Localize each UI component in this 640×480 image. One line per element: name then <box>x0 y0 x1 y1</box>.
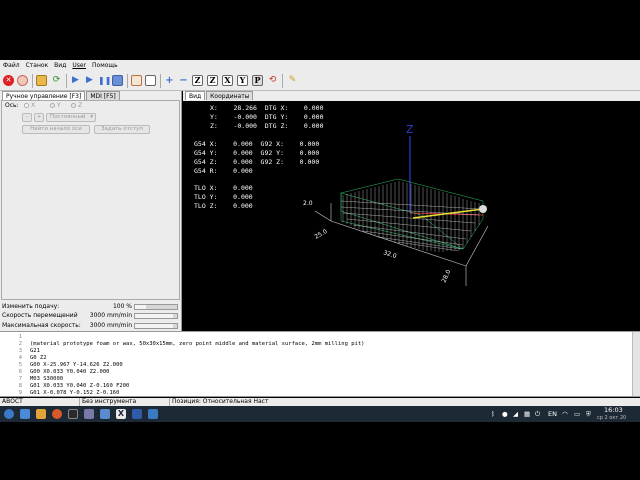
power-tray-icon[interactable]: ⏻ <box>535 406 540 422</box>
gcode-line[interactable]: 2 (material prototype foam or wax, 50x30x… <box>0 341 630 348</box>
gcode-line[interactable]: 7 M03 S30000 <box>0 376 630 383</box>
volume-icon[interactable]: ◢ <box>513 406 518 422</box>
axis-radio-y[interactable]: Y <box>50 102 61 109</box>
dim-label: 28.0 <box>440 269 452 284</box>
axis-radio-z[interactable]: Z <box>71 102 82 109</box>
status-bar: АВОСТ Без инструмента Позиция: Относител… <box>0 398 640 406</box>
toolpath-svg: Z 2.0 25.0 32.0 28.0 <box>303 123 489 286</box>
keyboard-layout[interactable]: EN <box>548 406 557 422</box>
rapid-speed-value: 3000 mm/min <box>89 312 132 319</box>
feed-override-slider[interactable] <box>134 304 178 310</box>
max-velocity-value: 3000 mm/min <box>89 322 132 329</box>
axis-label: Ось: <box>5 102 19 109</box>
clock-date[interactable]: ср 2 окт 20 <box>597 410 626 426</box>
chevron-down-icon: ▾ <box>90 114 93 120</box>
manual-control-panel: Ручное управление [F3] MDI [F5] Ось: X Y… <box>0 91 182 331</box>
gcode-line[interactable]: 8 G01 X0.033 Y0.040 Z-0.160 F200 <box>0 383 630 390</box>
tool-cone <box>479 205 487 213</box>
dim-label: 2.0 <box>303 200 313 207</box>
menu-help[interactable]: Помощь <box>92 62 118 69</box>
battery-icon[interactable]: ▭ <box>574 406 580 422</box>
feed-override-value: 100 % <box>112 303 132 310</box>
gcode-line[interactable]: 3 G21 <box>0 348 630 355</box>
show-desktop-icon[interactable] <box>20 409 30 419</box>
feed-override-label: Изменить подачу: <box>2 303 60 310</box>
step-icon[interactable]: ▶ <box>84 75 95 86</box>
max-velocity-slider[interactable] <box>134 323 178 329</box>
machine-state: АВОСТ <box>0 398 80 406</box>
max-velocity-label: Максимальная скорость: <box>2 322 81 329</box>
gcode-line[interactable]: 4 G0 Z2 <box>0 355 630 362</box>
gcode-line[interactable]: 1 <box>0 334 630 341</box>
run-icon[interactable]: ▶ <box>70 75 81 86</box>
menu-machine[interactable]: Станок <box>26 62 49 69</box>
stop-icon[interactable] <box>112 75 123 86</box>
touch-off-button[interactable]: Задать отступ <box>94 125 150 134</box>
jog-plus-button[interactable]: + <box>34 113 44 122</box>
record-icon[interactable]: ● <box>502 406 508 422</box>
dim-label: 25.0 <box>314 228 329 241</box>
toolpath-lines <box>340 181 482 252</box>
gcode-scrollbar[interactable] <box>632 332 640 396</box>
tab-manual[interactable]: Ручное управление [F3] <box>2 91 86 100</box>
editor-icon[interactable] <box>84 409 94 419</box>
app-menu-icon[interactable] <box>4 409 14 419</box>
axis-radio-x[interactable]: X <box>24 102 35 109</box>
menu-bar: Файл Станок Вид User Помощь <box>0 60 640 71</box>
dim-label: 32.0 <box>382 249 397 260</box>
taskbar: X ᛒ ● ◢ ▦ ⏻ EN ◠ ▭ ⛨ 16:03 ср 2 окт 20 <box>0 406 640 422</box>
slider-fill <box>135 314 173 318</box>
estop-icon[interactable]: ✕ <box>3 75 14 86</box>
optional-stop-icon[interactable] <box>145 75 156 86</box>
tab-mdi[interactable]: MDI [F5] <box>86 91 120 100</box>
network-icon[interactable]: ▦ <box>524 406 530 422</box>
menu-user[interactable]: User <box>72 62 86 69</box>
app-icon[interactable] <box>148 409 158 419</box>
slider-fill <box>135 305 146 309</box>
view-x-icon[interactable]: X <box>222 75 233 86</box>
home-axis-button[interactable]: Найти начало оси <box>22 125 90 134</box>
rapid-speed-slider[interactable] <box>134 313 178 319</box>
gcode-listing[interactable]: 1 2 (material prototype foam or wax, 50x3… <box>0 331 640 397</box>
menu-view[interactable]: Вид <box>54 62 66 69</box>
toolpath-preview[interactable]: X: 28.266 DTG X: 0.000 Y: -0.000 DTG Y: … <box>183 101 640 330</box>
slider-fill <box>135 324 173 328</box>
zoom-out-icon[interactable]: − <box>178 75 189 86</box>
view-p-icon[interactable]: P <box>252 75 263 86</box>
app-icon[interactable] <box>132 409 142 419</box>
browser-icon[interactable] <box>52 409 62 419</box>
rotate-icon[interactable]: ⟲ <box>267 75 278 86</box>
power-icon[interactable] <box>17 75 28 86</box>
wifi-icon[interactable]: ◠ <box>562 406 568 422</box>
rapid-speed-label: Скорость перемещений <box>2 312 78 319</box>
tab-preview[interactable]: Вид <box>185 91 206 100</box>
shield-icon[interactable]: ⛨ <box>586 406 591 422</box>
z-axis-label: Z <box>406 123 414 136</box>
file-manager-icon[interactable] <box>36 409 46 419</box>
menu-file[interactable]: Файл <box>3 62 20 69</box>
tool-status: Без инструмента <box>80 398 170 406</box>
gcode-line[interactable]: 9 G01 X-0.078 Y-0.152 Z-0.160 <box>0 390 630 397</box>
bluetooth-icon[interactable]: ᛒ <box>491 406 495 422</box>
pause-icon[interactable]: ❚❚ <box>98 75 111 86</box>
jog-minus-button[interactable]: - <box>22 113 32 122</box>
view-z-icon[interactable]: Z <box>192 75 203 86</box>
linuxcnc-icon[interactable]: X <box>116 409 126 419</box>
gcode-line[interactable]: 5 G00 X-25.967 Y-14.626 Z2.000 <box>0 362 630 369</box>
gcode-line[interactable]: 6 G00 X0.033 Y0.040 Z2.000 <box>0 369 630 376</box>
terminal-icon[interactable] <box>68 409 78 419</box>
tab-coordinates[interactable]: Координаты <box>206 91 254 100</box>
block-delete-icon[interactable] <box>131 75 142 86</box>
reload-icon[interactable]: ⟳ <box>51 75 62 86</box>
view-tabs: Вид Координаты <box>183 91 640 101</box>
zoom-in-icon[interactable]: + <box>164 75 175 86</box>
toolbar: ✕ ⟳ ▶ ▶ ❚❚ + − Z Z X Y P ⟲ ✎ <box>0 71 640 91</box>
folder-icon[interactable] <box>100 409 110 419</box>
jog-mode-select[interactable]: Постоянный ▾ <box>46 113 96 122</box>
position-status: Позиция: Относительная Наст <box>172 398 269 405</box>
view-z2-icon[interactable]: Z <box>207 75 218 86</box>
clear-plot-icon[interactable]: ✎ <box>287 75 298 86</box>
open-file-icon[interactable] <box>36 75 47 86</box>
view-y-icon[interactable]: Y <box>237 75 248 86</box>
